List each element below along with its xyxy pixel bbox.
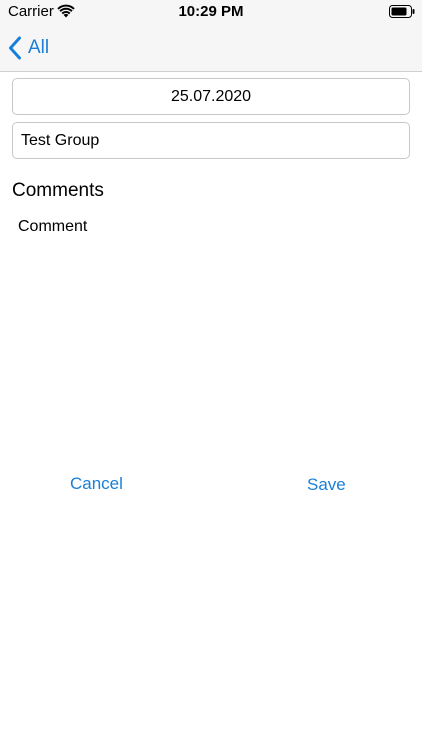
status-bar: Carrier 10:29 PM	[0, 0, 422, 24]
comment-text-area[interactable]: Comment	[18, 218, 87, 236]
group-field[interactable]: Test Group	[12, 122, 410, 159]
screen: Carrier 10:29 PM All 25.07.2020 Test Gro…	[0, 0, 422, 750]
cancel-button[interactable]: Cancel	[70, 474, 123, 494]
date-field[interactable]: 25.07.2020	[12, 78, 410, 115]
status-time: 10:29 PM	[178, 3, 244, 20]
navigation-bar: All	[0, 24, 422, 72]
back-button[interactable]: All	[8, 34, 49, 62]
save-button[interactable]: Save	[307, 475, 346, 495]
chevron-left-icon	[9, 36, 21, 60]
back-label: All	[28, 37, 50, 58]
comments-heading: Comments	[12, 180, 104, 201]
battery-icon	[389, 5, 415, 18]
